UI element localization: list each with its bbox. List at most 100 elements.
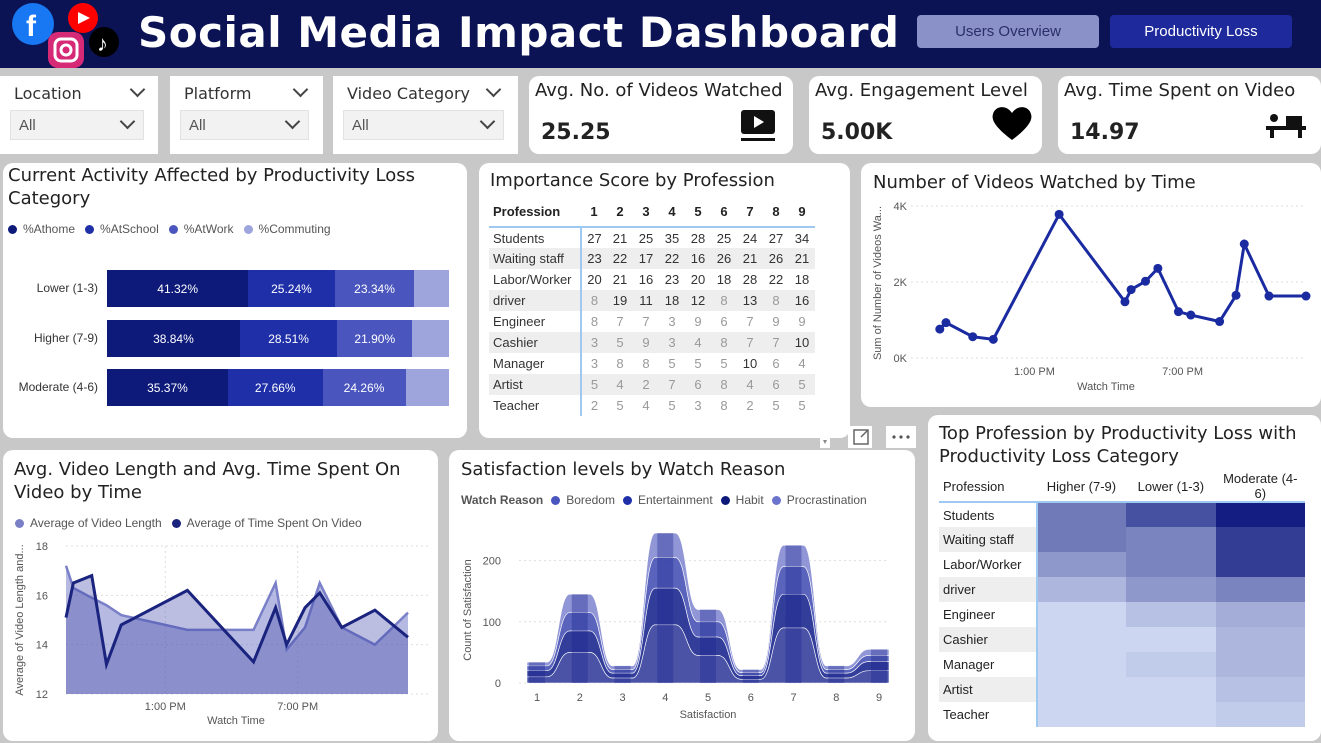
heat-cell[interactable] <box>1215 502 1305 527</box>
heat-cell[interactable] <box>1035 702 1127 727</box>
heat-cell[interactable] <box>1126 552 1216 577</box>
heat-cell[interactable] <box>1215 577 1305 602</box>
nav-productivity-loss[interactable]: Productivity Loss <box>1110 15 1292 48</box>
table-row[interactable]: Labor/Worker <box>939 552 1305 577</box>
chevron-down-icon[interactable] <box>479 113 496 130</box>
bar-row[interactable]: 41.32% 25.24% 23.34% <box>107 270 449 307</box>
heat-cell[interactable] <box>1215 602 1305 627</box>
table-row[interactable]: Waiting staff <box>939 527 1305 552</box>
heat-cell[interactable] <box>1215 652 1305 677</box>
table-row[interactable]: Cashier <box>939 627 1305 652</box>
bar-segment[interactable] <box>405 369 449 406</box>
column-header[interactable]: Lower (1-3) <box>1126 471 1216 503</box>
heat-cell[interactable] <box>1215 677 1305 702</box>
bar-segment[interactable] <box>414 270 449 307</box>
ribbon-column <box>785 545 802 683</box>
platform-select[interactable]: All <box>180 110 309 140</box>
chevron-down-icon[interactable] <box>292 81 309 98</box>
bar-segment[interactable] <box>412 320 449 357</box>
column-header[interactable]: 2 <box>607 197 633 228</box>
column-header[interactable]: 1 <box>581 197 607 228</box>
table-row[interactable]: Waiting staff 23 22 17 22 16 26 21 26 21 <box>489 248 815 269</box>
score-cell: 8 <box>772 293 780 308</box>
chevron-down-icon[interactable] <box>119 113 136 130</box>
table-row[interactable]: Teacher 2 5 4 5 3 8 2 5 5 <box>489 395 815 416</box>
heat-cell[interactable] <box>1126 677 1216 702</box>
table-row[interactable]: Students 27 21 25 35 28 25 24 27 34 <box>489 227 815 248</box>
chevron-down-icon[interactable] <box>129 81 146 98</box>
heat-cell[interactable] <box>1126 652 1216 677</box>
chevron-down-icon[interactable] <box>485 81 502 98</box>
bar-segment[interactable]: 25.24% <box>248 270 335 307</box>
score-cell: 3 <box>580 353 607 374</box>
bar-row[interactable]: 38.84% 28.51% 21.90% <box>107 320 449 357</box>
column-header[interactable]: 7 <box>737 197 763 228</box>
table-row[interactable]: Artist <box>939 677 1305 702</box>
chart-title: Top Profession by Productivity Loss with… <box>939 423 1297 467</box>
table-row[interactable]: Artist 5 4 2 7 6 8 4 6 5 <box>489 374 815 395</box>
bar-segment[interactable]: 23.34% <box>334 270 415 307</box>
score-cell: 25 <box>716 230 732 246</box>
heat-cell[interactable] <box>1215 527 1305 552</box>
heat-cell[interactable] <box>1035 527 1127 552</box>
column-header[interactable]: 5 <box>685 197 711 228</box>
platform-filter[interactable]: Platform All <box>170 76 323 154</box>
table-row[interactable]: driver 8 19 11 18 12 8 13 8 16 <box>489 290 815 311</box>
column-header[interactable]: 8 <box>763 197 789 228</box>
bar-segment[interactable]: 35.37% <box>107 369 228 406</box>
focus-mode-icon[interactable] <box>848 426 872 448</box>
heat-cell[interactable] <box>1035 677 1127 702</box>
bar-segment[interactable]: 28.51% <box>239 320 338 357</box>
table-row[interactable]: Students <box>939 502 1305 527</box>
bar-segment[interactable]: 41.32% <box>107 270 249 307</box>
bar-segment[interactable]: 21.90% <box>337 320 413 357</box>
heat-cell[interactable] <box>1126 502 1216 527</box>
heat-cell[interactable] <box>1035 502 1127 527</box>
heat-cell[interactable] <box>1126 602 1216 627</box>
video-category-select[interactable]: All <box>343 110 504 140</box>
bar-segment[interactable]: 24.26% <box>322 369 406 406</box>
table-row[interactable]: Engineer 8 7 7 3 9 6 7 9 9 <box>489 311 815 332</box>
heat-cell[interactable] <box>1126 627 1216 652</box>
more-options-icon[interactable] <box>886 426 916 448</box>
bar-segment[interactable]: 27.66% <box>227 369 323 406</box>
nav-users-overview[interactable]: Users Overview <box>917 15 1099 48</box>
heat-cell[interactable] <box>1215 627 1305 652</box>
y-axis-label: Average of Video Length and... <box>14 544 26 695</box>
score-cell: 8 <box>720 398 728 413</box>
bar-row[interactable]: 35.37% 27.66% 24.26% <box>107 369 449 406</box>
heat-cell[interactable] <box>1035 627 1127 652</box>
heat-cell[interactable] <box>1035 652 1127 677</box>
heat-cell[interactable] <box>1215 552 1305 577</box>
location-select[interactable]: All <box>10 110 144 140</box>
video-category-filter[interactable]: Video Category All <box>333 76 518 154</box>
heat-cell[interactable] <box>1035 602 1127 627</box>
table-row[interactable]: driver <box>939 577 1305 602</box>
score-cell: 7 <box>642 314 650 329</box>
column-header[interactable]: 4 <box>659 197 685 228</box>
column-header[interactable]: Profession <box>939 471 1037 503</box>
column-header[interactable]: Profession <box>489 197 581 228</box>
heat-cell[interactable] <box>1215 702 1305 727</box>
column-header[interactable]: 3 <box>633 197 659 228</box>
heat-cell[interactable] <box>1126 577 1216 602</box>
column-header[interactable]: 9 <box>789 197 815 228</box>
location-filter[interactable]: Location All <box>0 76 158 154</box>
filter-icon[interactable] <box>820 438 830 448</box>
heat-cell[interactable] <box>1035 552 1127 577</box>
chevron-down-icon[interactable] <box>284 113 301 130</box>
heat-cell[interactable] <box>1035 577 1127 602</box>
heat-cell[interactable] <box>1126 527 1216 552</box>
column-header[interactable]: Moderate (4-6) <box>1215 471 1305 503</box>
table-row[interactable]: Cashier 3 5 9 3 4 8 7 7 10 <box>489 332 815 353</box>
kpi-title: Avg. No. of Videos Watched <box>535 80 783 101</box>
heat-cell[interactable] <box>1126 702 1216 727</box>
table-row[interactable]: Manager 3 8 8 5 5 5 10 6 4 <box>489 353 815 374</box>
table-row[interactable]: Teacher <box>939 702 1305 727</box>
table-row[interactable]: Labor/Worker 20 21 16 23 20 18 28 22 18 <box>489 269 815 290</box>
column-header[interactable]: Higher (7-9) <box>1036 471 1127 503</box>
column-header[interactable]: 6 <box>711 197 737 228</box>
table-row[interactable]: Manager <box>939 652 1305 677</box>
table-row[interactable]: Engineer <box>939 602 1305 627</box>
bar-segment[interactable]: 38.84% <box>107 320 240 357</box>
